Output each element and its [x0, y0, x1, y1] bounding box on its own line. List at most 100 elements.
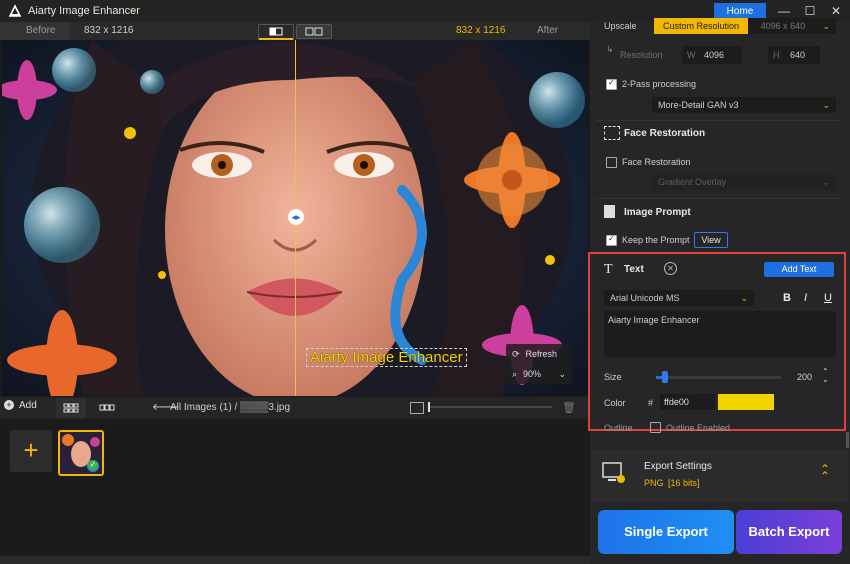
collapse-up-icon[interactable]: ⌃ ⌃ — [820, 463, 830, 482]
check-badge-icon: ✓ — [88, 460, 98, 470]
size-slider-handle[interactable] — [662, 371, 668, 383]
bold-button[interactable]: B — [783, 292, 791, 304]
two-pass-label: 2-Pass processing — [622, 79, 697, 89]
chevron-down-icon: ⌄ — [822, 100, 830, 110]
color-label: Color — [604, 398, 626, 408]
zoom-icon: ⌕ — [512, 369, 518, 379]
face-model-select[interactable]: Gradient Overlay ⌄ — [652, 174, 836, 190]
app-title: Aiarty Image Enhancer — [28, 5, 140, 17]
underline-button[interactable]: U — [824, 292, 832, 304]
italic-button[interactable]: I — [804, 292, 807, 304]
chevron-down-icon: ⌄ — [558, 369, 566, 379]
font-select[interactable]: Arial Unicode MS ⌄ — [604, 290, 754, 306]
text-section-title: Text — [624, 264, 644, 275]
height-label: H — [773, 50, 780, 60]
watermark-text-overlay[interactable]: Aiarty Image Enhancer — [306, 348, 467, 367]
text-content-input[interactable]: Aiarty Image Enhancer — [604, 311, 836, 357]
before-size: 832 x 1216 — [84, 25, 134, 36]
text-tool-icon: T — [604, 262, 613, 277]
batch-export-button[interactable]: Batch Export — [736, 510, 842, 554]
view-button[interactable]: View — [694, 232, 728, 248]
before-label: Before — [26, 25, 56, 36]
keep-prompt-checkbox[interactable] — [606, 234, 617, 246]
upscale-label: Upscale — [604, 21, 637, 31]
image-prompt-title: Image Prompt — [624, 207, 691, 218]
after-label: After — [537, 25, 559, 36]
keep-prompt-label: Keep the Prompt — [622, 235, 690, 245]
model-value: More-Detail GAN v3 — [658, 100, 739, 110]
divider — [596, 120, 842, 121]
plus-circle-icon: + — [4, 400, 14, 410]
slider-handle[interactable] — [428, 402, 430, 412]
refresh-button[interactable]: ⟳ Refresh — [506, 344, 572, 364]
document-icon — [604, 205, 615, 218]
face-restoration-checkbox[interactable] — [606, 157, 617, 168]
chevron-down-icon: ⌄ — [822, 177, 830, 187]
font-value: Arial Unicode MS — [610, 293, 680, 303]
refresh-icon: ⟳ — [512, 349, 520, 359]
outline-checkbox-label: Outline Enabled — [666, 423, 731, 433]
chevron-down-icon: ⌄ — [822, 21, 830, 31]
size-slider[interactable] — [656, 376, 782, 379]
resolution-label: Resolution — [620, 50, 663, 60]
add-button[interactable]: + Add — [4, 400, 37, 411]
size-stepper-icon[interactable]: ⌃ ⌄ — [822, 368, 829, 384]
thumbnail-size-slider[interactable] — [428, 406, 552, 408]
breadcrumb-root[interactable]: All Images (1) — [170, 402, 232, 413]
outline-label: Outline — [604, 423, 633, 433]
chevron-down-icon[interactable]: ⌄ — [130, 4, 138, 15]
two-pass-checkbox[interactable] — [606, 78, 617, 90]
image-thumbnail[interactable]: ✓ — [58, 430, 104, 476]
zoom-value: 90% — [523, 369, 542, 379]
close-icon[interactable]: ✕ — [664, 262, 677, 275]
face-restoration-title: Face Restoration — [624, 128, 706, 139]
upscale-mode-value: Custom Resolution — [654, 18, 749, 34]
width-value: 4096 — [704, 50, 725, 60]
bottom-toolbar — [0, 397, 590, 419]
split-view-icon — [269, 27, 283, 36]
export-bits: [16 bits] — [668, 478, 700, 488]
size-value[interactable]: 200 — [797, 372, 812, 382]
color-swatch[interactable] — [718, 394, 774, 410]
side-by-side-button[interactable] — [296, 24, 332, 39]
width-field[interactable]: W 4096 — [682, 46, 742, 64]
link-icon: ↳ — [606, 44, 614, 54]
outline-checkbox[interactable] — [650, 422, 661, 433]
model-select[interactable]: More-Detail GAN v3 ⌄ — [652, 97, 836, 113]
grid-icon — [63, 403, 79, 413]
add-image-tile[interactable]: + — [10, 430, 52, 472]
status-bar — [0, 556, 590, 564]
panel-scrollbar[interactable] — [846, 432, 849, 448]
app-logo-icon — [8, 4, 22, 17]
trash-icon[interactable]: 🗑 — [562, 401, 576, 414]
face-model-value: Gradient Overlay — [658, 177, 727, 187]
chevron-down-icon: ⌄ — [740, 293, 748, 303]
strip-view-button[interactable] — [92, 398, 122, 418]
color-hash: # — [648, 398, 654, 408]
single-export-button[interactable]: Single Export — [598, 510, 734, 554]
split-view-button[interactable] — [258, 24, 294, 40]
export-settings-title: Export Settings — [644, 461, 712, 472]
zoom-control[interactable]: ⌕ 90% ⌄ — [506, 364, 572, 384]
grid-view-button[interactable] — [56, 398, 86, 418]
filmstrip-icon — [99, 404, 115, 411]
breadcrumb-separator: / — [234, 402, 238, 413]
upscale-mode-select[interactable]: Custom Resolution 4096 x 640 ⌄ — [654, 18, 836, 34]
breadcrumb: All Images (1) / ▒▒▒▒3.jpg — [170, 402, 290, 413]
export-format: PNG — [644, 478, 664, 488]
face-restoration-label: Face Restoration — [622, 157, 691, 167]
color-hex-input[interactable]: ffde00 — [660, 394, 715, 410]
height-value: 640 — [790, 50, 806, 60]
upscale-size: 4096 x 640 — [760, 21, 806, 31]
after-size: 832 x 1216 — [456, 25, 506, 36]
width-label: W — [687, 50, 696, 60]
compare-handle-icon[interactable]: ◂▸ — [288, 209, 304, 225]
divider — [596, 198, 842, 199]
add-text-button[interactable]: Add Text — [764, 262, 834, 277]
add-label: Add — [19, 400, 37, 411]
image-icon — [410, 402, 424, 414]
refresh-label: Refresh — [525, 349, 558, 359]
height-field[interactable]: H 640 — [768, 46, 820, 64]
export-settings-section[interactable] — [592, 450, 848, 502]
breadcrumb-file: ▒▒▒▒3.jpg — [240, 402, 291, 413]
